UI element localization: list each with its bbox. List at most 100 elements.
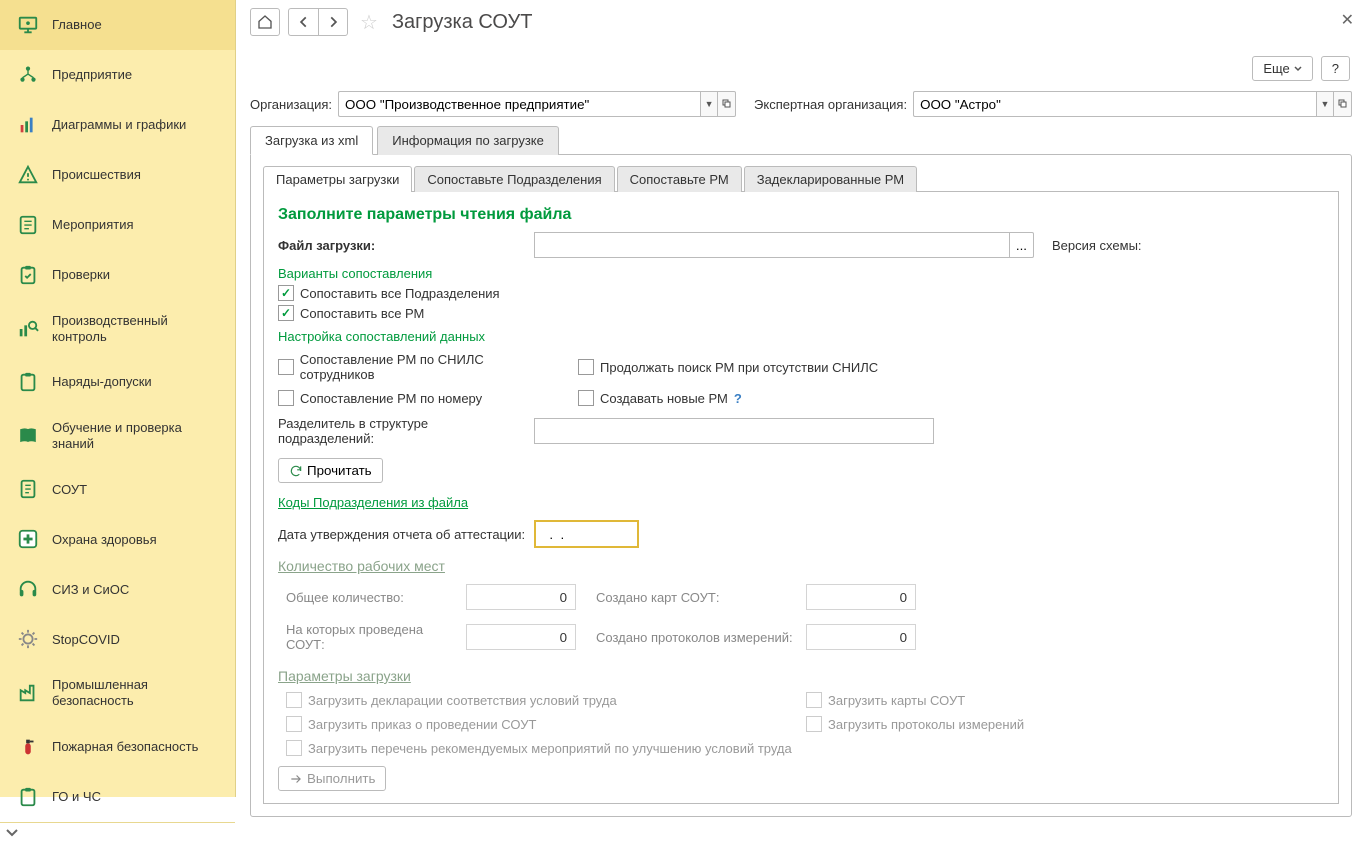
sidebar-item-label: Мероприятия — [52, 217, 134, 233]
sidebar-item-label: Охрана здоровья — [52, 532, 157, 548]
fill-params-title: Заполните параметры чтения файла — [278, 206, 1324, 224]
tab-load-xml[interactable]: Загрузка из xml — [250, 126, 373, 155]
back-button[interactable] — [288, 8, 318, 36]
outer-panel: Параметры загрузки Сопоставьте Подраздел… — [250, 154, 1352, 817]
clipboard-check-icon — [16, 263, 40, 287]
main-content: ☆ Загрузка СОУТ ✕ Еще ? Организация: ▼ Э… — [236, 0, 1366, 797]
favorite-icon[interactable]: ☆ — [360, 10, 378, 35]
total-value — [466, 584, 576, 610]
sidebar-item-label: Промышленная безопасность — [52, 677, 219, 708]
sidebar-item-label: Происшествия — [52, 167, 141, 183]
health-icon — [16, 527, 40, 551]
sout-row: На которых проведена СОУТ: — [286, 622, 576, 652]
sidebar-item-label: Производственный контроль — [52, 313, 219, 344]
sidebar-item-fire[interactable]: Пожарная безопасность — [0, 722, 235, 772]
sidebar-item-prod-control[interactable]: Производственный контроль — [0, 300, 235, 357]
execute-button[interactable]: Выполнить — [278, 766, 386, 791]
toolbar: ☆ Загрузка СОУТ ✕ — [236, 0, 1366, 50]
chk-createnew[interactable] — [578, 390, 594, 406]
browse-button[interactable]: ... — [1009, 232, 1034, 258]
subtab-params[interactable]: Параметры загрузки — [263, 166, 412, 192]
chk-all-rm-row: Сопоставить все РМ — [278, 305, 1324, 321]
sidebar-expand[interactable] — [0, 822, 235, 843]
org-open-button[interactable] — [718, 91, 736, 117]
divider-input[interactable] — [534, 418, 934, 444]
chk-all-deps[interactable] — [278, 285, 294, 301]
sidebar-item-events[interactable]: Мероприятия — [0, 200, 235, 250]
sidebar-item-main[interactable]: Главное — [0, 0, 235, 50]
sidebar-item-sout[interactable]: СОУТ — [0, 464, 235, 514]
expert-label: Экспертная организация: — [754, 97, 907, 112]
proto-row: Создано протоколов измерений: — [596, 622, 916, 652]
sidebar-item-label: Наряды-допуски — [52, 374, 152, 390]
chk-snils-label: Сопоставление РМ по СНИЛС сотрудников — [300, 352, 558, 382]
chk-bynumber-label: Сопоставление РМ по номеру — [300, 391, 482, 406]
sidebar-item-checks[interactable]: Проверки — [0, 250, 235, 300]
read-button[interactable]: Прочитать — [278, 458, 383, 483]
sidebar-item-permits[interactable]: Наряды-допуски — [0, 357, 235, 407]
chk-load-decl-row: Загрузить декларации соответствия услови… — [286, 692, 786, 708]
clipboard-icon — [16, 370, 40, 394]
nav-group — [288, 8, 348, 36]
tab-load-info[interactable]: Информация по загрузке — [377, 126, 559, 155]
cards-value — [806, 584, 916, 610]
warning-icon — [16, 163, 40, 187]
chk-load-proto-label: Загрузить протоколы измерений — [828, 717, 1024, 732]
extinguisher-icon — [16, 735, 40, 759]
expert-open-button[interactable] — [1334, 91, 1352, 117]
file-label: Файл загрузки: — [278, 238, 526, 253]
refresh-icon — [289, 464, 303, 478]
sidebar: Главное Предприятие Диаграммы и графики … — [0, 0, 236, 797]
chk-load-recom-row: Загрузить перечень рекомендуемых меропри… — [286, 740, 1324, 756]
more-button[interactable]: Еще — [1252, 56, 1312, 81]
expert-dropdown-button[interactable]: ▼ — [1316, 91, 1334, 117]
outer-tabs-wrap: Загрузка из xml Информация по загрузке П… — [236, 125, 1366, 817]
sidebar-item-label: СОУТ — [52, 482, 87, 498]
virus-icon — [16, 627, 40, 651]
chk-load-recom — [286, 740, 302, 756]
help-button[interactable]: ? — [1321, 56, 1350, 81]
chk-snils[interactable] — [278, 359, 294, 375]
forward-button[interactable] — [318, 8, 348, 36]
home-button[interactable] — [250, 8, 280, 36]
sidebar-item-incidents[interactable]: Происшествия — [0, 150, 235, 200]
subtab-rm[interactable]: Сопоставьте РМ — [617, 166, 742, 192]
list-icon — [16, 213, 40, 237]
file-row: Файл загрузки: ... Версия схемы: — [278, 232, 1324, 258]
sidebar-item-label: Диаграммы и графики — [52, 117, 186, 133]
sidebar-item-label: Обучение и проверка знаний — [52, 420, 219, 451]
divider-label: Разделитель в структуре подразделений: — [278, 416, 526, 446]
sidebar-item-stopcovid[interactable]: StopCOVID — [0, 614, 235, 664]
help-createnew[interactable]: ? — [734, 391, 742, 406]
sidebar-item-training[interactable]: Обучение и проверка знаний — [0, 407, 235, 464]
org-input[interactable] — [338, 91, 700, 117]
sidebar-item-ppe[interactable]: СИЗ и СиОС — [0, 564, 235, 614]
org-label: Организация: — [250, 97, 332, 112]
sidebar-item-enterprise[interactable]: Предприятие — [0, 50, 235, 100]
headphones-icon — [16, 577, 40, 601]
total-label: Общее количество: — [286, 590, 458, 605]
file-input[interactable] — [534, 232, 1009, 258]
subtab-decl[interactable]: Задекларированные РМ — [744, 166, 917, 192]
chk-all-deps-row: Сопоставить все Подразделения — [278, 285, 1324, 301]
org-dropdown-button[interactable]: ▼ — [700, 91, 718, 117]
subtab-deps[interactable]: Сопоставьте Подразделения — [414, 166, 614, 192]
chk-continue[interactable] — [578, 359, 594, 375]
expert-input[interactable] — [913, 91, 1316, 117]
chk-all-rm[interactable] — [278, 305, 294, 321]
book-icon — [16, 424, 40, 448]
chk-load-proto-row: Загрузить протоколы измерений — [806, 716, 1024, 732]
sidebar-item-industrial[interactable]: Промышленная безопасность — [0, 664, 235, 721]
chk-all-deps-label: Сопоставить все Подразделения — [300, 286, 500, 301]
chk-load-order — [286, 716, 302, 732]
chk-load-order-row: Загрузить приказ о проведении СОУТ — [286, 716, 786, 732]
approval-date-input[interactable] — [534, 520, 639, 548]
sidebar-item-label: Предприятие — [52, 67, 132, 83]
chk-bynumber[interactable] — [278, 390, 294, 406]
sidebar-item-health[interactable]: Охрана здоровья — [0, 514, 235, 564]
codes-link[interactable]: Коды Подразделения из файла — [278, 495, 468, 510]
sidebar-item-charts[interactable]: Диаграммы и графики — [0, 100, 235, 150]
match-variants-title: Варианты сопоставления — [278, 266, 1324, 281]
chart-icon — [16, 113, 40, 137]
close-button[interactable]: ✕ — [1341, 10, 1354, 30]
